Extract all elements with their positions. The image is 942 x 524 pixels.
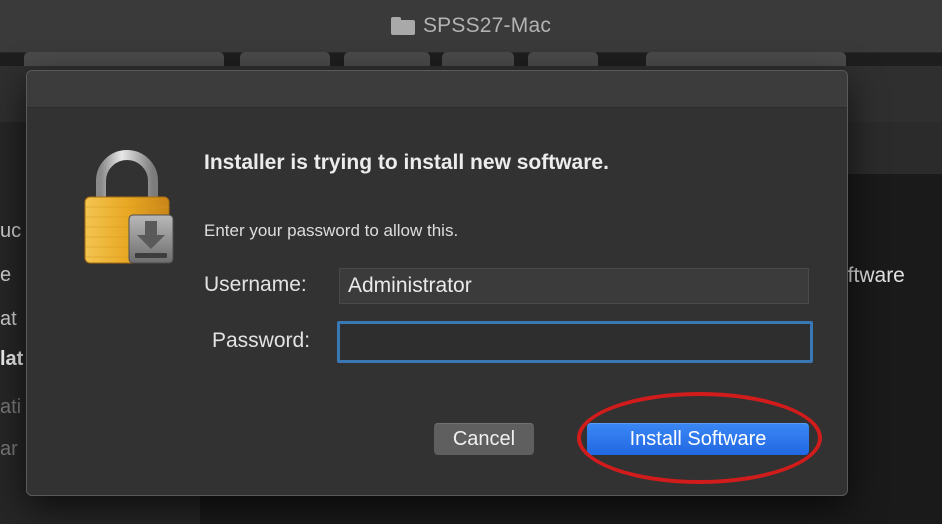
password-label: Password: [212,329,311,352]
window-title-text: SPSS27-Mac [422,14,552,37]
sidebar-item: at [0,308,17,330]
folder-icon [390,17,415,35]
sidebar-item: ar [0,438,18,460]
dialog-topbar [27,71,847,108]
lock-icon [84,150,174,264]
window-titlebar: SPSS27-Mac [0,0,942,53]
toolbar-tag-button[interactable] [528,52,598,66]
highlight-annotation [577,392,822,484]
username-field[interactable]: Administrator [339,268,809,304]
toolbar-view-button[interactable] [240,52,330,66]
sidebar-item: ati [0,396,22,418]
dialog-message: Enter your password to allow this. [204,221,459,240]
dialog-heading: Installer is trying to install new softw… [204,151,609,174]
installer-header-strip [846,122,942,174]
cancel-button[interactable]: Cancel [434,423,534,455]
toolbar-share-button[interactable] [442,52,514,66]
toolbar-action-button[interactable] [344,52,430,66]
toolbar-back-forward[interactable] [24,52,224,66]
username-label: Username: [204,273,307,296]
sidebar-item-active: lat [0,348,24,370]
toolbar-search-field[interactable] [646,52,846,66]
window-title: SPSS27-Mac [0,14,942,38]
password-field[interactable] [337,321,813,363]
sidebar-item: e [0,264,12,286]
sidebar-item: uc [0,220,22,242]
